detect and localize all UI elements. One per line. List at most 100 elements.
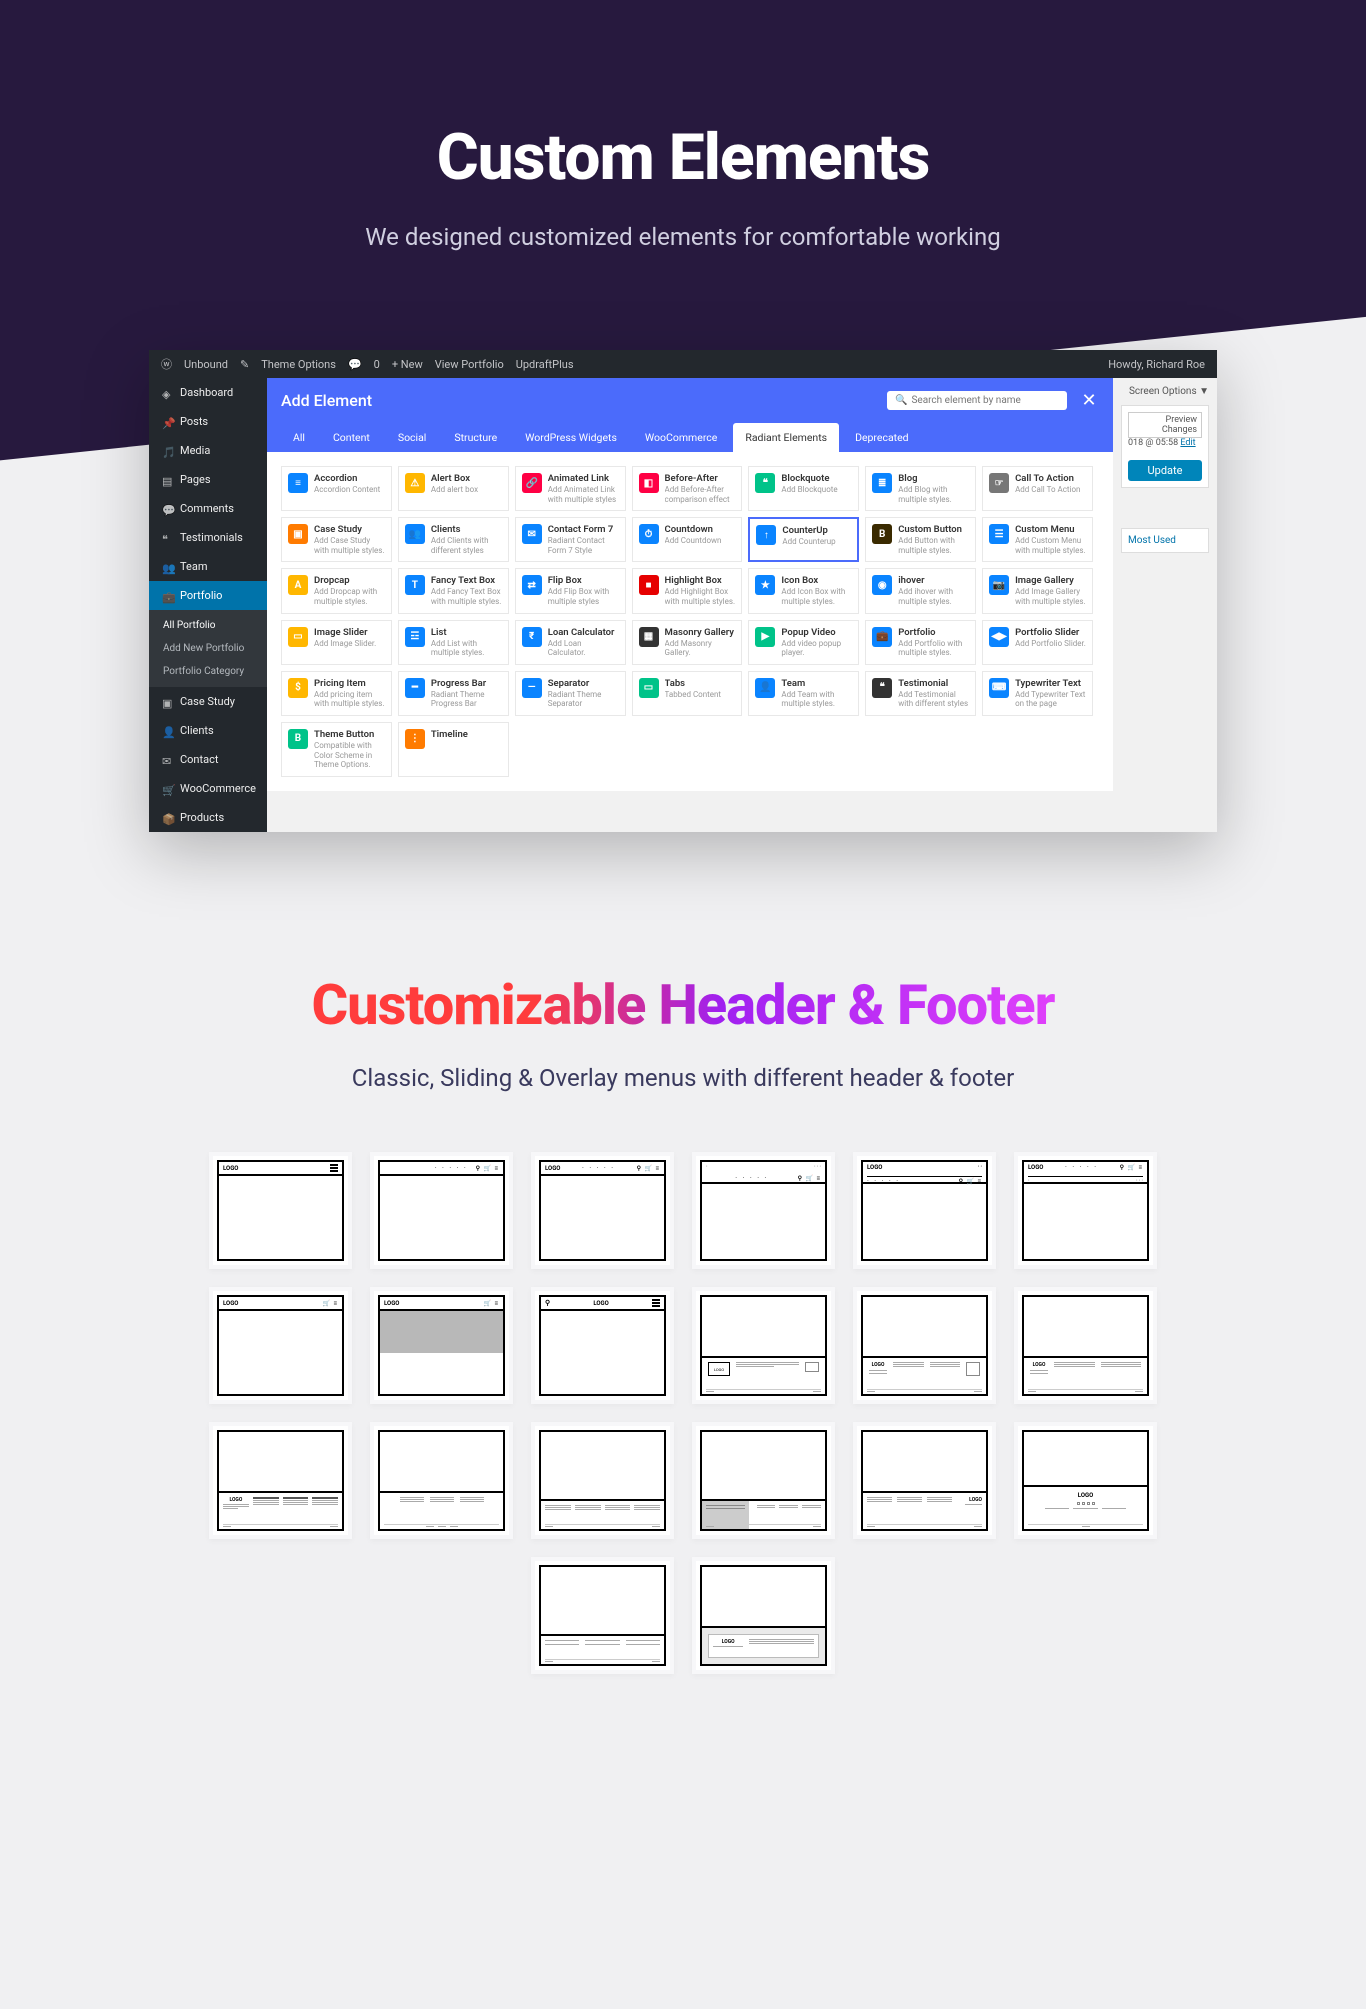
- modal-tab-wordpress-widgets[interactable]: WordPress Widgets: [513, 423, 629, 452]
- wp-submenu-item[interactable]: Add New Portfolio: [149, 637, 267, 660]
- element-before-after[interactable]: ◧Before-AfterAdd Before-After comparison…: [632, 466, 743, 511]
- header-footer-section: Customizable Header & Footer Classic, Sl…: [0, 832, 1366, 1774]
- wp-menu-media[interactable]: 🎵Media: [149, 436, 267, 465]
- element-icon: ☲: [405, 627, 425, 647]
- wp-comments-count: 0: [374, 358, 380, 371]
- element-accordion[interactable]: ≡AccordionAccordion Content: [281, 466, 392, 511]
- layout-h7: LOGO🛒 ≡: [209, 1287, 352, 1404]
- wp-menu-contact[interactable]: ✉Contact: [149, 745, 267, 774]
- menu-icon: 📦: [162, 813, 172, 823]
- modal-tab-content[interactable]: Content: [321, 423, 382, 452]
- element-testimonial[interactable]: ❝TestimonialAdd Testimonial with differe…: [865, 671, 976, 716]
- element-icon: ▦: [639, 627, 659, 647]
- layout-f1: LOGO: [692, 1287, 835, 1404]
- element-flip-box[interactable]: ⇄Flip BoxAdd Flip Box with multiple styl…: [515, 568, 626, 613]
- modal-tab-social[interactable]: Social: [386, 423, 439, 452]
- element-image-gallery[interactable]: 📷Image GalleryAdd Image Gallery with mul…: [982, 568, 1093, 613]
- close-icon[interactable]: ✕: [1079, 390, 1099, 411]
- wp-menu-clients[interactable]: 👤Clients: [149, 716, 267, 745]
- element-case-study[interactable]: ▣Case StudyAdd Case Study with multiple …: [281, 517, 392, 562]
- wp-menu-comments[interactable]: 💬Comments: [149, 494, 267, 523]
- element-portfolio-slider[interactable]: ◀▶Portfolio SliderAdd Portfolio Slider.: [982, 620, 1093, 665]
- wp-sidebar: ◈Dashboard📌Posts🎵Media▤Pages💬Comments❝Te…: [149, 378, 267, 832]
- element-custom-button[interactable]: BCustom ButtonAdd Button with multiple s…: [865, 517, 976, 562]
- element-list[interactable]: ☲ListAdd List with multiple styles.: [398, 620, 509, 665]
- wp-menu-team[interactable]: 👥Team: [149, 552, 267, 581]
- layout-f9: LOGO: [1014, 1422, 1157, 1539]
- modal-tab-all[interactable]: All: [281, 423, 317, 452]
- element-portfolio[interactable]: 💼PortfolioAdd Portfolio with multiple st…: [865, 620, 976, 665]
- element-ihover[interactable]: ◉ihoverAdd ihover with multiple styles.: [865, 568, 976, 613]
- wp-menu-woocommerce[interactable]: 🛒WooCommerce: [149, 774, 267, 803]
- element-team[interactable]: 👤TeamAdd Team with multiple styles.: [748, 671, 859, 716]
- wp-submenu-item[interactable]: All Portfolio: [149, 614, 267, 637]
- wp-theme-options[interactable]: Theme Options: [261, 358, 336, 371]
- element-tabs[interactable]: ▭TabsTabbed Content: [632, 671, 743, 716]
- wp-comments-icon[interactable]: 💬: [348, 358, 362, 371]
- element-pricing-item[interactable]: $Pricing ItemAdd pricing item with multi…: [281, 671, 392, 716]
- modal-tab-deprecated[interactable]: Deprecated: [843, 423, 921, 452]
- element-countdown[interactable]: ⏱CountdownAdd Countdown: [632, 517, 743, 562]
- element-theme-button[interactable]: BTheme ButtonCompatible with Color Schem…: [281, 722, 392, 777]
- search-icon: 🔍: [895, 395, 907, 406]
- menu-icon: 🎵: [162, 446, 172, 456]
- modal-tab-structure[interactable]: Structure: [442, 423, 509, 452]
- layout-f7: [692, 1422, 835, 1539]
- element-progress-bar[interactable]: ━Progress BarRadiant Theme Progress Bar: [398, 671, 509, 716]
- element-icon: ☰: [989, 524, 1009, 544]
- element-popup-video[interactable]: ▶Popup VideoAdd video popup player.: [748, 620, 859, 665]
- element-icon: $: [288, 678, 308, 698]
- element-highlight-box[interactable]: ■Highlight BoxAdd Highlight Box with mul…: [632, 568, 743, 613]
- menu-icon: 👥: [162, 562, 172, 572]
- wp-new[interactable]: + New: [392, 358, 423, 371]
- element-separator[interactable]: —SeparatorRadiant Theme Separator: [515, 671, 626, 716]
- wp-customize-icon[interactable]: ✎: [240, 358, 249, 371]
- wp-logo-icon[interactable]: ⓦ: [161, 356, 172, 372]
- screen-options[interactable]: Screen Options ▼: [1121, 386, 1209, 397]
- wp-menu-dashboard[interactable]: ◈Dashboard: [149, 378, 267, 407]
- element-contact-form-7[interactable]: ✉Contact Form 7Radiant Contact Form 7 St…: [515, 517, 626, 562]
- element-clients[interactable]: 👥ClientsAdd Clients with different style…: [398, 517, 509, 562]
- element-dropcap[interactable]: ADropcapAdd Dropcap with multiple styles…: [281, 568, 392, 613]
- element-call-to-action[interactable]: ☞Call To ActionAdd Call To Action: [982, 466, 1093, 511]
- update-button[interactable]: Update: [1128, 460, 1202, 481]
- wp-site-name[interactable]: Unbound: [184, 358, 228, 371]
- element-blog[interactable]: ≣BlogAdd Blog with multiple styles.: [865, 466, 976, 511]
- wp-submenu-item[interactable]: Portfolio Category: [149, 660, 267, 683]
- element-alert-box[interactable]: ⚠Alert BoxAdd alert box: [398, 466, 509, 511]
- wp-menu-pages[interactable]: ▤Pages: [149, 465, 267, 494]
- element-timeline[interactable]: ⋮Timeline: [398, 722, 509, 777]
- element-icon: ▶: [755, 627, 775, 647]
- element-icon: ◀▶: [989, 627, 1009, 647]
- element-blockquote[interactable]: ❝BlockquoteAdd Blockquote: [748, 466, 859, 511]
- layout-f11: LOGO: [692, 1557, 835, 1674]
- menu-icon: 💬: [162, 504, 172, 514]
- element-image-slider[interactable]: ▭Image SliderAdd Image Slider.: [281, 620, 392, 665]
- element-custom-menu[interactable]: ☰Custom MenuAdd Custom Menu with multipl…: [982, 517, 1093, 562]
- element-icon-box[interactable]: ★Icon BoxAdd Icon Box with multiple styl…: [748, 568, 859, 613]
- menu-icon: ✉: [162, 755, 172, 765]
- element-fancy-text-box[interactable]: TFancy Text BoxAdd Fancy Text Box with m…: [398, 568, 509, 613]
- modal-tabs: AllContentSocialStructureWordPress Widge…: [267, 423, 1113, 452]
- element-icon: B: [872, 524, 892, 544]
- element-typewriter-text[interactable]: ⌨Typewriter TextAdd Typewriter Text on t…: [982, 671, 1093, 716]
- element-animated-link[interactable]: 🔗Animated LinkAdd Animated Link with mul…: [515, 466, 626, 511]
- wp-menu-posts[interactable]: 📌Posts: [149, 407, 267, 436]
- element-masonry-gallery[interactable]: ▦Masonry GalleryAdd Masonry Gallery.: [632, 620, 743, 665]
- element-loan-calculator[interactable]: ₹Loan CalculatorAdd Loan Calculator.: [515, 620, 626, 665]
- preview-changes-button[interactable]: Preview Changes: [1128, 412, 1202, 438]
- wp-menu-testimonials[interactable]: ❝Testimonials: [149, 523, 267, 552]
- wp-menu-portfolio[interactable]: 💼Portfolio: [149, 581, 267, 610]
- modal-tab-woocommerce[interactable]: WooCommerce: [633, 423, 729, 452]
- element-icon: 👥: [405, 524, 425, 544]
- element-icon: ₹: [522, 627, 542, 647]
- wp-menu-case-study[interactable]: ▣Case Study: [149, 687, 267, 716]
- wp-menu-products[interactable]: 📦Products: [149, 803, 267, 832]
- modal-tab-radiant-elements[interactable]: Radiant Elements: [733, 423, 839, 452]
- modal-search-input[interactable]: 🔍 Search element by name: [887, 391, 1067, 410]
- wp-updraft[interactable]: UpdraftPlus: [516, 358, 574, 371]
- edit-link[interactable]: Edit: [1180, 438, 1195, 448]
- element-counterup[interactable]: ↑CounterUpAdd Counterup: [748, 517, 859, 562]
- wp-howdy[interactable]: Howdy, Richard Roe: [1108, 358, 1205, 371]
- wp-view-portfolio[interactable]: View Portfolio: [435, 358, 504, 371]
